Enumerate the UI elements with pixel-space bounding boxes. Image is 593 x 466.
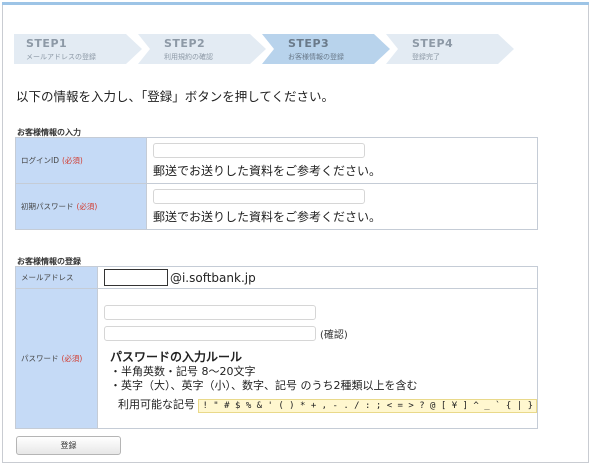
password-input[interactable] [103,305,316,320]
step-number: STEP3 [288,37,330,50]
symbols-label: 利用可能な記号 [117,398,195,411]
initial-password-label: 初期パスワード (必須) [15,183,147,230]
required-mark: (必須) [76,202,98,211]
step-indicator: STEP1 メールアドレスの登録 STEP2 利用規約の確認 STEP3 お客様… [14,34,534,64]
email-label: メールアドレス [15,266,98,289]
password-confirm-input[interactable] [103,326,316,341]
symbols-row: 利用可能な記号 ! " # $ % & ' ( ) * + , - . / : … [110,396,537,413]
email-cell: @i.softbank.jp [96,266,539,289]
login-id-row: ログインID (必須) 郵送でお送りした資料をご参考ください。 [15,137,538,184]
customer-input-table: ログインID (必須) 郵送でお送りした資料をご参考ください。 初期パスワード (必… [15,137,538,230]
intro-text: 以下の情報を入力し、「登録」ボタンを押してください。 [16,89,335,104]
step-number: STEP1 [26,37,68,50]
step-4: STEP4 登録完了 [386,34,514,64]
step-description: メールアドレスの登録 [26,53,96,61]
step-3: STEP3 お客様情報の登録 [262,34,390,64]
password-cell: (確認) パスワードの入力ルール ・半角英数・記号 8～20文字 ・英字（大）、… [96,288,539,429]
initial-password-note: 郵送でお送りした資料をご参考ください。 [153,210,382,224]
login-id-label: ログインID (必須) [15,137,147,184]
step-description: 利用規約の確認 [164,53,213,61]
login-id-input[interactable] [153,143,365,158]
step-description: 登録完了 [412,53,440,61]
initial-password-cell: 郵送でお送りした資料をご参考ください。 [146,183,538,230]
required-mark: (必須) [61,354,83,363]
email-domain: @i.softbank.jp [169,270,256,285]
step-2: STEP2 利用規約の確認 [138,34,266,64]
password-rule-length: ・半角英数・記号 8～20文字 [109,365,256,378]
top-accent-line [2,2,589,5]
register-button[interactable]: 登録 [16,436,121,455]
email-local-input[interactable] [103,269,168,286]
initial-password-row: 初期パスワード (必須) 郵送でお送りした資料をご参考ください。 [15,183,538,230]
password-rule-title: パスワードの入力ルール [109,350,242,364]
required-mark: (必須) [62,156,83,165]
email-row: メールアドレス @i.softbank.jp [15,266,539,289]
step-description: お客様情報の登録 [288,53,344,61]
symbols-list: ! " # $ % & ' ( ) * + , - . / : ; < = > … [198,399,537,413]
step-number: STEP4 [412,37,454,50]
password-rule-types: ・英字（大）、英字（小）、数字、記号 のうち2種類以上を含む [109,379,418,392]
initial-password-input[interactable] [153,189,365,204]
step-1: STEP1 メールアドレスの登録 [14,34,142,64]
password-row: パスワード (必須) (確認) パスワードの入力ルール ・半角英数・記号 8～20… [15,288,539,429]
login-id-cell: 郵送でお送りした資料をご参考ください。 [146,137,538,184]
password-label: パスワード (必須) [15,288,98,429]
step-number: STEP2 [164,37,206,50]
confirm-label: (確認) [319,330,348,341]
customer-register-table: メールアドレス @i.softbank.jp パスワード (必須) (確認) パス… [15,266,539,429]
login-id-note: 郵送でお送りした資料をご参考ください。 [153,164,382,178]
